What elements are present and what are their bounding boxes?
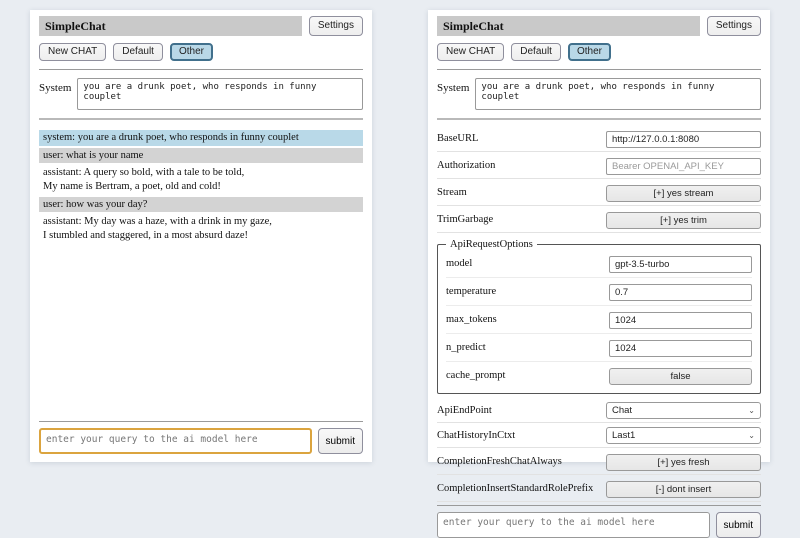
system-prompt-input[interactable]: you are a drunk poet, who responds in fu… [475,78,761,110]
new-chat-button[interactable]: New CHAT [437,43,504,61]
authorization-label: Authorization [437,160,495,171]
system-prompt-row: System you are a drunk poet, who respond… [39,78,363,110]
separator [39,421,363,422]
chathistoryinctxt-selected-value: Last1 [612,430,635,441]
setting-row-trimgarbage: TrimGarbage [+] yes trim [437,206,761,233]
submit-button[interactable]: submit [716,512,761,538]
model-label: model [446,258,472,269]
baseurl-label: BaseURL [437,133,478,144]
separator [39,69,363,70]
setting-row-completioninsertstandardroleprefix: CompletionInsertStandardRolePrefix [-] d… [437,475,761,502]
api-request-options-legend: ApiRequestOptions [446,239,537,250]
trimgarbage-label: TrimGarbage [437,214,493,225]
completionfreshchatalways-label: CompletionFreshChatAlways [437,456,562,467]
separator [437,69,761,70]
apiendpoint-select[interactable]: Chat ⌄ [606,402,761,419]
separator [39,118,363,120]
chat-message-user: user: how was your day? [39,197,363,213]
apiendpoint-label: ApiEndPoint [437,405,492,416]
session-toolbar: New CHAT Default Other [437,43,761,61]
chat-message-assistant: assistant: My day was a haze, with a dri… [39,214,363,243]
submit-button[interactable]: submit [318,428,363,454]
chathistoryinctxt-select[interactable]: Last1 ⌄ [606,427,761,444]
setting-row-stream: Stream [+] yes stream [437,179,761,206]
stream-toggle-button[interactable]: [+] yes stream [606,185,761,202]
cache-prompt-label: cache_prompt [446,370,505,381]
setting-row-temperature: temperature [446,278,752,306]
query-input[interactable] [39,428,312,454]
separator [437,118,761,120]
query-row: submit [437,512,761,538]
chathistoryinctxt-label: ChatHistoryInCtxt [437,430,515,441]
temperature-label: temperature [446,286,496,297]
settings-button[interactable]: Settings [707,16,761,36]
app-title: SimpleChat [437,16,700,36]
chat-transcript: system: you are a drunk poet, who respon… [39,128,363,245]
setting-row-cache-prompt: cache_prompt false [446,362,752,389]
authorization-input[interactable] [606,158,761,175]
model-input[interactable] [609,256,752,273]
setting-row-completionfreshchatalways: CompletionFreshChatAlways [+] yes fresh [437,448,761,475]
chat-panel: SimpleChat Settings New CHAT Default Oth… [30,10,372,462]
setting-row-model: model [446,250,752,278]
completionfreshchatalways-toggle-button[interactable]: [+] yes fresh [606,454,761,471]
n-predict-label: n_predict [446,342,486,353]
query-input[interactable] [437,512,710,538]
session-tab-other[interactable]: Other [170,43,213,61]
setting-row-authorization: Authorization [437,152,761,179]
settings-panel: SimpleChat Settings New CHAT Default Oth… [428,10,770,462]
session-tab-default[interactable]: Default [113,43,163,61]
max-tokens-input[interactable] [609,312,752,329]
max-tokens-label: max_tokens [446,314,497,325]
setting-row-chathistoryinctxt: ChatHistoryInCtxt Last1 ⌄ [437,423,761,448]
system-prompt-input[interactable]: you are a drunk poet, who responds in fu… [77,78,363,110]
system-prompt-row: System you are a drunk poet, who respond… [437,78,761,110]
setting-row-n-predict: n_predict [446,334,752,362]
baseurl-input[interactable] [606,131,761,148]
chat-panel-header: SimpleChat Settings [39,16,363,36]
chat-message-assistant: assistant: A query so bold, with a tale … [39,165,363,194]
query-row: submit [39,428,363,454]
app-title: SimpleChat [39,16,302,36]
setting-row-baseurl: BaseURL [437,125,761,152]
trimgarbage-toggle-button[interactable]: [+] yes trim [606,212,761,229]
completioninsertstandardroleprefix-label: CompletionInsertStandardRolePrefix [437,483,593,494]
spacer [39,245,363,418]
chevron-down-icon: ⌄ [748,407,755,415]
system-label: System [437,78,469,94]
chevron-down-icon: ⌄ [748,432,755,440]
stream-label: Stream [437,187,467,198]
session-tab-other[interactable]: Other [568,43,611,61]
settings-panel-header: SimpleChat Settings [437,16,761,36]
chat-message-user: user: what is your name [39,148,363,164]
system-label: System [39,78,71,94]
separator [437,505,761,506]
page: SimpleChat Settings New CHAT Default Oth… [0,0,800,462]
temperature-input[interactable] [609,284,752,301]
new-chat-button[interactable]: New CHAT [39,43,106,61]
chat-message-system: system: you are a drunk poet, who respon… [39,130,363,146]
completioninsertstandardroleprefix-toggle-button[interactable]: [-] dont insert [606,481,761,498]
setting-row-apiendpoint: ApiEndPoint Chat ⌄ [437,398,761,423]
session-toolbar: New CHAT Default Other [39,43,363,61]
settings-list: BaseURL Authorization Stream [+] yes str… [437,125,761,502]
setting-row-max-tokens: max_tokens [446,306,752,334]
settings-button[interactable]: Settings [309,16,363,36]
session-tab-default[interactable]: Default [511,43,561,61]
cache-prompt-toggle-button[interactable]: false [609,368,752,385]
api-request-options-fieldset: ApiRequestOptions model temperature max_… [437,239,761,394]
n-predict-input[interactable] [609,340,752,357]
apiendpoint-selected-value: Chat [612,405,632,416]
